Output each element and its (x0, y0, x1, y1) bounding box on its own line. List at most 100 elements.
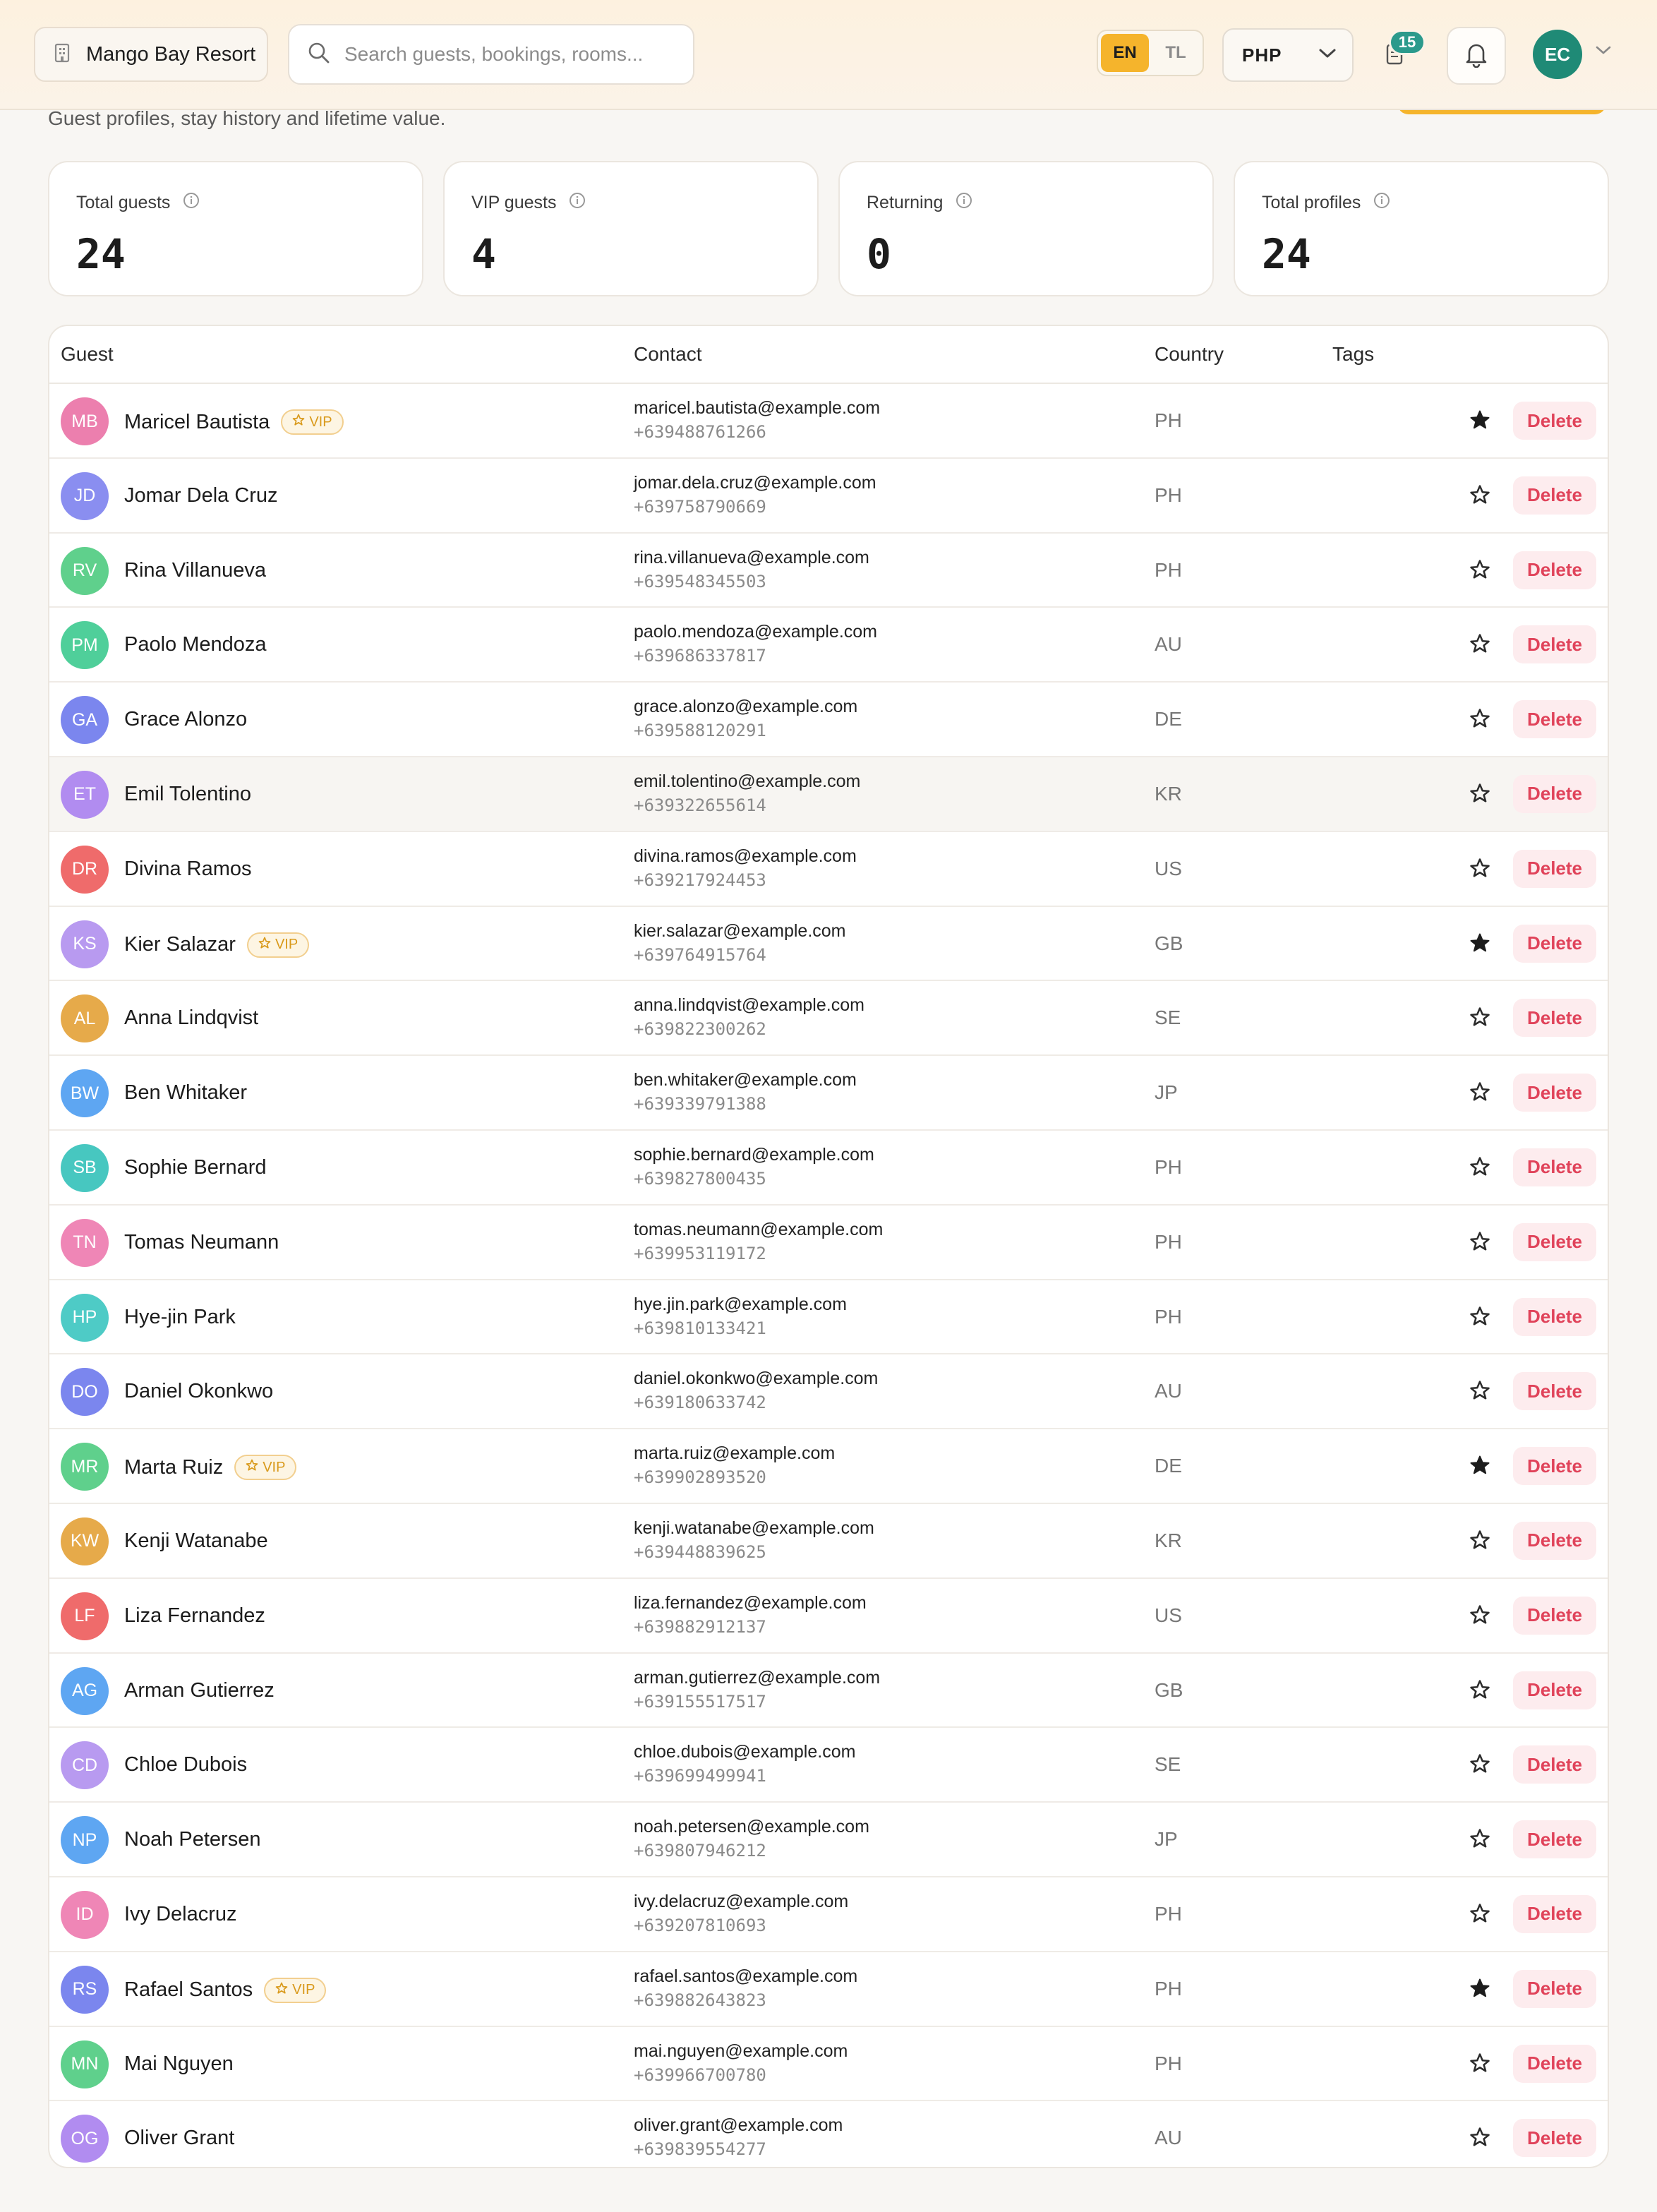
delete-button[interactable]: Delete (1513, 551, 1596, 589)
delete-button[interactable]: Delete (1513, 1969, 1596, 2008)
user-avatar[interactable]: EC (1533, 30, 1582, 79)
guest-name[interactable]: Divina Ramos (124, 858, 252, 881)
delete-button[interactable]: Delete (1513, 1820, 1596, 1859)
guest-name[interactable]: Ben Whitaker (124, 1081, 247, 1105)
star-icon[interactable] (1469, 1903, 1490, 1928)
star-icon[interactable] (1469, 1156, 1490, 1181)
guest-name[interactable]: Maricel Bautista (124, 411, 270, 434)
guest-name[interactable]: Paolo Mendoza (124, 633, 267, 656)
guest-name[interactable]: Noah Petersen (124, 1828, 260, 1851)
guest-name[interactable]: Emil Tolentino (124, 783, 251, 806)
delete-button[interactable]: Delete (1513, 1222, 1596, 1261)
table-row[interactable]: NP Noah Petersen noah.petersen@example.c… (49, 1803, 1608, 1877)
star-icon[interactable] (1469, 2127, 1490, 2151)
delete-button[interactable]: Delete (1513, 1297, 1596, 1336)
delete-button[interactable]: Delete (1513, 1745, 1596, 1784)
column-header-country[interactable]: Country (1155, 343, 1224, 366)
table-row[interactable]: MB Maricel Bautista VIP maricel.bautista… (49, 384, 1608, 459)
table-row[interactable]: GA Grace Alonzo grace.alonzo@example.com… (49, 683, 1608, 757)
table-row[interactable]: PM Paolo Mendoza paolo.mendoza@example.c… (49, 608, 1608, 683)
table-row[interactable]: MN Mai Nguyen mai.nguyen@example.com +63… (49, 2027, 1608, 2102)
table-row[interactable]: OG Oliver Grant oliver.grant@example.com… (49, 2101, 1608, 2167)
delete-button[interactable]: Delete (1513, 1148, 1596, 1186)
star-icon[interactable] (1469, 1231, 1490, 1256)
table-row[interactable]: AG Arman Gutierrez arman.gutierrez@examp… (49, 1654, 1608, 1729)
delete-button[interactable]: Delete (1513, 1521, 1596, 1560)
star-icon[interactable] (1469, 783, 1490, 807)
table-row[interactable]: DO Daniel Okonkwo daniel.okonkwo@example… (49, 1354, 1608, 1430)
delete-button[interactable]: Delete (1513, 476, 1596, 515)
table-row[interactable]: HP Hye-jin Park hye.jin.park@example.com… (49, 1280, 1608, 1355)
star-icon[interactable] (1469, 1753, 1490, 1778)
star-icon[interactable] (1469, 633, 1490, 658)
delete-button[interactable]: Delete (1513, 2119, 1596, 2158)
search-input[interactable] (344, 43, 676, 66)
guest-name[interactable]: Tomas Neumann (124, 1231, 279, 1254)
table-row[interactable]: MR Marta Ruiz VIP marta.ruiz@example.com… (49, 1429, 1608, 1504)
star-icon[interactable] (1469, 1604, 1490, 1629)
guest-name[interactable]: Daniel Okonkwo (124, 1380, 273, 1403)
info-icon[interactable] (1373, 192, 1390, 214)
guest-name[interactable]: Rafael Santos (124, 1978, 253, 2002)
delete-button[interactable]: Delete (1513, 924, 1596, 963)
table-row[interactable]: TN Tomas Neumann tomas.neumann@example.c… (49, 1206, 1608, 1280)
delete-button[interactable]: Delete (1513, 849, 1596, 888)
guest-name[interactable]: Hye-jin Park (124, 1306, 236, 1329)
lang-en-option[interactable]: EN (1101, 34, 1149, 72)
star-icon[interactable] (1469, 1455, 1490, 1479)
star-icon[interactable] (1469, 708, 1490, 733)
table-row[interactable]: ET Emil Tolentino emil.tolentino@example… (49, 757, 1608, 832)
table-row[interactable]: LF Liza Fernandez liza.fernandez@example… (49, 1579, 1608, 1654)
star-icon[interactable] (1469, 1978, 1490, 2002)
guest-name[interactable]: Chloe Dubois (124, 1753, 247, 1777)
star-icon[interactable] (1469, 1306, 1490, 1330)
guest-name[interactable]: Arman Gutierrez (124, 1679, 275, 1702)
star-icon[interactable] (1469, 559, 1490, 584)
star-icon[interactable] (1469, 932, 1490, 957)
star-icon[interactable] (1469, 1679, 1490, 1704)
table-row[interactable]: AL Anna Lindqvist anna.lindqvist@example… (49, 981, 1608, 1057)
guest-name[interactable]: Marta Ruiz (124, 1456, 223, 1479)
guest-name[interactable]: Ivy Delacruz (124, 1903, 237, 1926)
star-icon[interactable] (1469, 484, 1490, 509)
table-row[interactable]: BW Ben Whitaker ben.whitaker@example.com… (49, 1056, 1608, 1131)
delete-button[interactable]: Delete (1513, 700, 1596, 739)
delete-button[interactable]: Delete (1513, 1372, 1596, 1411)
table-row[interactable]: SB Sophie Bernard sophie.bernard@example… (49, 1131, 1608, 1206)
star-icon[interactable] (1469, 409, 1490, 434)
star-icon[interactable] (1469, 858, 1490, 882)
table-row[interactable]: JD Jomar Dela Cruz jomar.dela.cruz@examp… (49, 459, 1608, 534)
star-icon[interactable] (1469, 2052, 1490, 2077)
delete-button[interactable]: Delete (1513, 774, 1596, 813)
column-header-guest[interactable]: Guest (61, 343, 114, 366)
column-header-contact[interactable]: Contact (634, 343, 702, 366)
delete-button[interactable]: Delete (1513, 2044, 1596, 2083)
guest-name[interactable]: Kenji Watanabe (124, 1529, 268, 1553)
guest-name[interactable]: Oliver Grant (124, 2127, 234, 2150)
info-icon[interactable] (956, 192, 972, 214)
lang-tl-option[interactable]: TL (1152, 34, 1200, 72)
table-row[interactable]: DR Divina Ramos divina.ramos@example.com… (49, 832, 1608, 907)
currency-select[interactable]: PHP (1222, 28, 1354, 82)
table-row[interactable]: CD Chloe Dubois chloe.dubois@example.com… (49, 1728, 1608, 1803)
guest-name[interactable]: Kier Salazar (124, 933, 236, 956)
delete-button[interactable]: Delete (1513, 1671, 1596, 1709)
chevron-down-icon[interactable] (1595, 45, 1612, 60)
info-icon[interactable] (569, 192, 586, 214)
star-icon[interactable] (1469, 1380, 1490, 1405)
star-icon[interactable] (1469, 1529, 1490, 1554)
star-icon[interactable] (1469, 1081, 1490, 1106)
delete-button[interactable]: Delete (1513, 1894, 1596, 1933)
delete-button[interactable]: Delete (1513, 1596, 1596, 1635)
delete-button[interactable]: Delete (1513, 1447, 1596, 1486)
column-header-tags[interactable]: Tags (1332, 343, 1374, 366)
table-row[interactable]: KW Kenji Watanabe kenji.watanabe@example… (49, 1504, 1608, 1579)
search-box[interactable] (288, 24, 694, 85)
star-icon[interactable] (1469, 1006, 1490, 1031)
guest-name[interactable]: Liza Fernandez (124, 1604, 265, 1628)
info-icon[interactable] (183, 192, 200, 214)
table-row[interactable]: RV Rina Villanueva rina.villanueva@examp… (49, 534, 1608, 608)
guest-name[interactable]: Grace Alonzo (124, 708, 247, 731)
delete-button[interactable]: Delete (1513, 625, 1596, 664)
guest-name[interactable]: Anna Lindqvist (124, 1006, 258, 1030)
